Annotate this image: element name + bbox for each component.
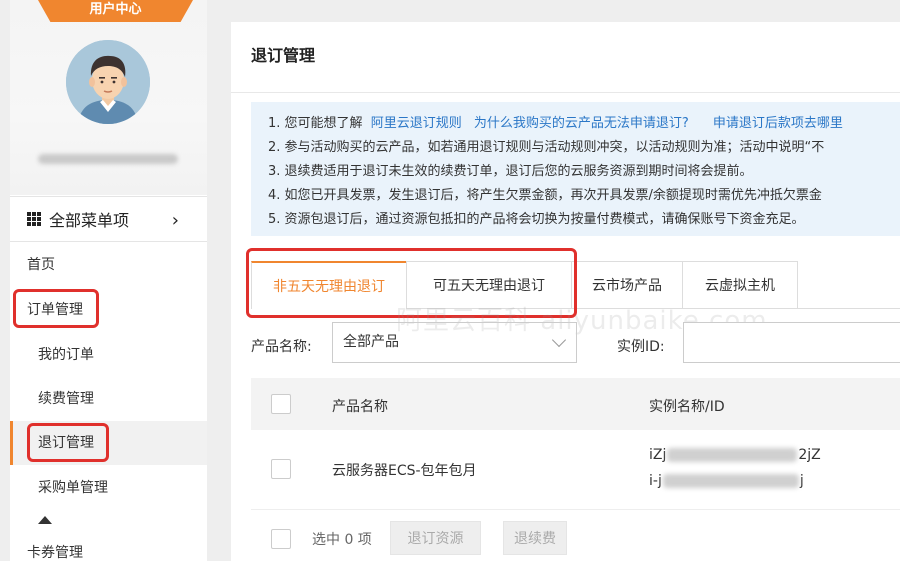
all-menu-button[interactable]: 全部菜单项 › <box>10 196 207 242</box>
notice-line-4: 4. 如您已开具发票，发生退订后，将产生欠票金额，再次开具发票/余额提现时需优先… <box>268 188 822 203</box>
user-center-tag: 用户中心 <box>38 0 193 22</box>
product-select-value: 全部产品 <box>343 334 399 350</box>
link-why-cannot-refund[interactable]: 为什么我购买的云产品无法申请退订? <box>474 116 689 131</box>
row-instance-id-1-end: 2jZ <box>798 447 821 463</box>
nav-item-my-orders[interactable]: 我的订单 <box>10 333 207 377</box>
selected-count: 选中 0 项 <box>312 532 372 548</box>
title-divider <box>231 92 900 93</box>
nav-item-purchase-orders[interactable]: 采购单管理 <box>10 466 207 510</box>
column-product-name: 产品名称 <box>332 399 388 415</box>
highlight-box-order-management <box>13 289 99 328</box>
notice-line-1-prefix: 1. 您可能想了解 <box>268 116 363 131</box>
footer-select-all-checkbox[interactable] <box>271 529 291 549</box>
table-header: 产品名称 实例名称/ID <box>251 378 900 430</box>
footer-actions: 选中 0 项 退订资源 退续费 <box>251 519 900 561</box>
row-instance-id-2-start: i-j <box>649 473 662 489</box>
refund-renewal-button[interactable]: 退续费 <box>503 521 567 555</box>
avatar-illustration-icon <box>66 40 150 124</box>
link-refund-rules[interactable]: 阿里云退订规则 <box>371 116 462 131</box>
page-title: 退订管理 <box>251 46 316 65</box>
profile-card <box>10 0 207 195</box>
product-name-label: 产品名称: <box>251 339 312 355</box>
grid-icon <box>27 212 41 226</box>
notice-box: 1. 您可能想了解 阿里云退订规则 为什么我购买的云产品无法申请退订? 申请退订… <box>251 102 900 236</box>
row-instance-id-1[interactable]: iZj 2jZ <box>649 447 821 463</box>
chevron-right-icon: › <box>171 210 179 231</box>
notice-line-2: 2. 参与活动购买的云产品，如若通用退订规则与活动规则冲突，以活动规则为准；活动… <box>268 140 825 155</box>
row-instance-id-2-end: j <box>799 473 804 489</box>
row-product-name: 云服务器ECS-包年包月 <box>332 463 477 479</box>
notice-line-5: 5. 资源包退订后，通过资源包抵扣的产品将会切换为按量付费模式，请确保账号下资金… <box>268 212 805 227</box>
chevron-down-icon <box>551 332 567 348</box>
user-avatar[interactable] <box>66 40 150 124</box>
column-instance-id: 实例名称/ID <box>649 399 725 415</box>
highlight-box-unsubscribe <box>27 423 109 462</box>
nav-item-home[interactable]: 首页 <box>10 243 207 287</box>
row-checkbox[interactable] <box>271 459 291 479</box>
unsubscribe-resource-button[interactable]: 退订资源 <box>390 521 481 555</box>
collapse-caret-icon[interactable] <box>38 516 52 524</box>
masked-id <box>662 474 799 488</box>
table-row: 云服务器ECS-包年包月 iZj 2jZ i-j j <box>251 430 900 510</box>
notice-line-1: 1. 您可能想了解 阿里云退订规则 为什么我购买的云产品无法申请退订? 申请退订… <box>268 112 900 136</box>
instance-id-label: 实例ID: <box>617 339 665 355</box>
row-instance-id-1-start: iZj <box>649 447 667 463</box>
instance-id-input[interactable] <box>683 322 900 363</box>
product-select[interactable]: 全部产品 <box>332 322 577 363</box>
link-refund-destination[interactable]: 申请退订后款项去哪里 <box>713 116 843 131</box>
row-instance-id-2[interactable]: i-j j <box>649 473 804 489</box>
all-menu-label: 全部菜单项 <box>49 211 130 230</box>
masked-id <box>667 448 798 462</box>
nav-item-coupons[interactable]: 卡券管理 <box>10 531 207 561</box>
sidebar: 用户中心 全部菜单项 › 首页 订单管理 我的订单 续费管理 退订管理 采购单管… <box>10 0 207 561</box>
main-panel: 退订管理 1. 您可能想了解 阿里云退订规则 为什么我购买的云产品无法申请退订?… <box>231 22 900 561</box>
select-all-checkbox[interactable] <box>271 394 291 414</box>
masked-email <box>38 154 178 164</box>
notice-line-3: 3. 退续费适用于退订未生效的续费订单，退订后您的云服务资源到期时间将会提前。 <box>268 164 753 179</box>
nav-item-renewal[interactable]: 续费管理 <box>10 377 207 421</box>
